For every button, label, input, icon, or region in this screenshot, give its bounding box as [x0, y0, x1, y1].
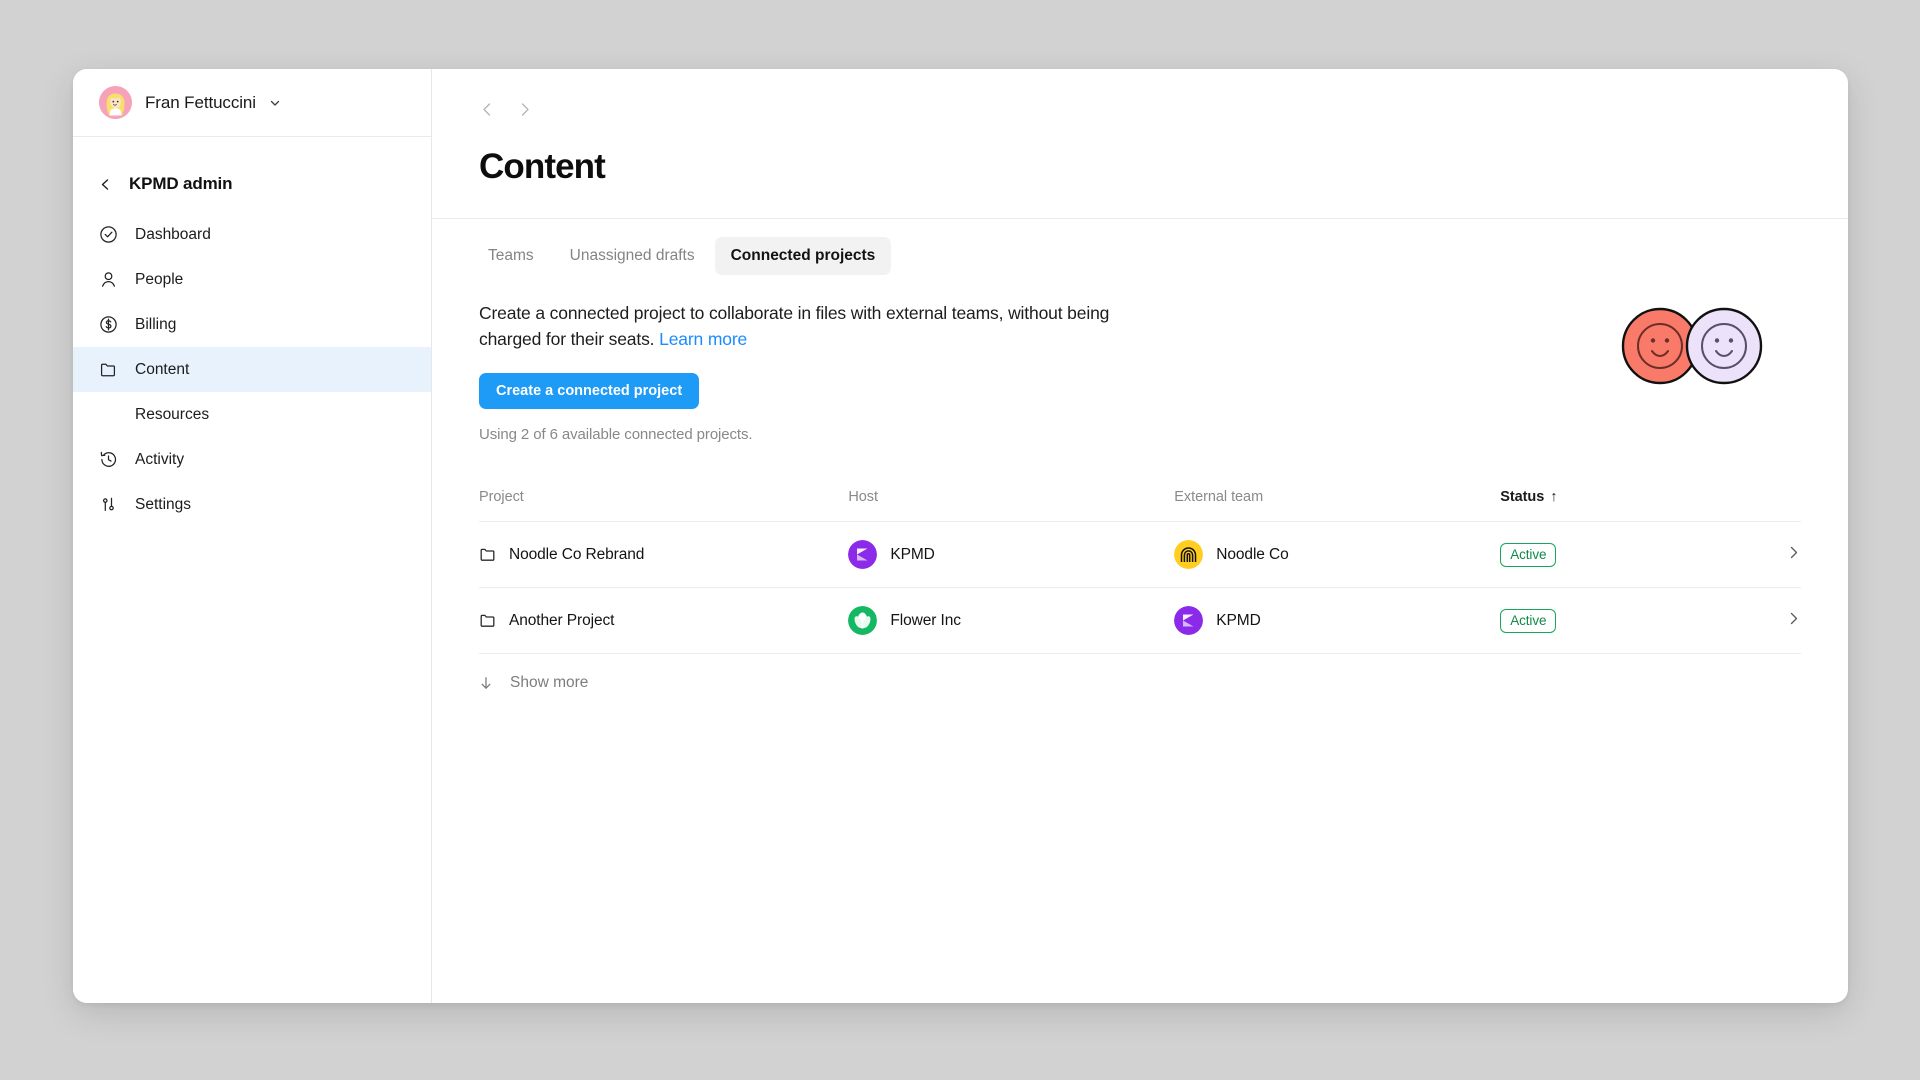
- sidebar-nav: Dashboard People Billing Content Resourc…: [73, 212, 431, 527]
- column-header-status-label: Status: [1500, 489, 1545, 506]
- sidebar-item-settings[interactable]: Settings: [73, 482, 431, 527]
- dollar-circle-icon: [99, 315, 118, 334]
- table-header: Project Host External team Status ↑: [479, 489, 1801, 523]
- nav-forward-button[interactable]: [516, 101, 533, 118]
- connected-projects-table: Project Host External team Status ↑ Nood…: [479, 489, 1801, 655]
- account-name: Fran Fettuccini: [145, 92, 256, 112]
- cell-external-team: Noodle Co: [1174, 521, 1501, 589]
- learn-more-link[interactable]: Learn more: [659, 329, 747, 349]
- chevron-down-icon[interactable]: [269, 97, 281, 109]
- sidebar-item-billing[interactable]: Billing: [73, 302, 431, 347]
- sidebar-item-label: Content: [135, 360, 190, 378]
- column-header-spacer: [1761, 489, 1801, 523]
- table-row[interactable]: Noodle Co Rebrand KPMD Noodle Co Active: [479, 521, 1801, 589]
- create-connected-project-button[interactable]: Create a connected project: [479, 373, 700, 410]
- column-header-project[interactable]: Project: [479, 489, 849, 523]
- sidebar-item-dashboard[interactable]: Dashboard: [73, 212, 431, 257]
- sidebar-item-label: Settings: [135, 495, 192, 513]
- history-nav: [479, 93, 1801, 125]
- chevron-right-icon[interactable]: [1786, 545, 1801, 560]
- tab-teams[interactable]: Teams: [472, 237, 550, 275]
- cell-project: Another Project: [479, 587, 849, 655]
- page-title: Content: [479, 147, 606, 186]
- external-team-name: KPMD: [1216, 611, 1261, 629]
- sidebar-item-content[interactable]: Content: [73, 347, 431, 392]
- cell-row-action: [1761, 521, 1801, 589]
- kpmd-logo: [848, 540, 878, 570]
- sidebar-item-activity[interactable]: Activity: [73, 437, 431, 482]
- two-smiley-faces-illustration: [1612, 307, 1772, 385]
- table-header-row: Project Host External team Status ↑: [479, 489, 1801, 523]
- sidebar: Fran Fettuccini KPMD admin Dashboard Peo…: [73, 69, 432, 1003]
- sort-ascending-icon: ↑: [1550, 489, 1558, 506]
- cell-row-action: [1761, 587, 1801, 655]
- sliders-icon: [99, 495, 118, 514]
- main-content: Content Teams Unassigned drafts Connecte…: [432, 69, 1848, 1003]
- folder-icon: [99, 360, 118, 379]
- cell-external-team: KPMD: [1174, 587, 1501, 655]
- kpmd-logo: [1174, 606, 1204, 636]
- cell-status: Active: [1500, 587, 1761, 655]
- column-header-external-team[interactable]: External team: [1174, 489, 1501, 523]
- cell-host: KPMD: [848, 521, 1175, 589]
- check-circle-icon: [99, 225, 118, 244]
- project-name: Noodle Co Rebrand: [509, 545, 645, 563]
- account-switcher[interactable]: Fran Fettuccini: [73, 69, 431, 137]
- host-name: KPMD: [890, 545, 935, 563]
- folder-icon: [480, 615, 495, 628]
- cell-status: Active: [1500, 521, 1761, 589]
- sidebar-item-resources[interactable]: Resources: [73, 392, 431, 437]
- promo-description-text: Create a connected project to collaborat…: [479, 303, 1110, 349]
- tab-connected-projects[interactable]: Connected projects: [714, 237, 892, 275]
- chevron-left-icon: [101, 178, 109, 190]
- external-team-name: Noodle Co: [1216, 545, 1289, 563]
- person-icon: [99, 270, 118, 289]
- cell-project: Noodle Co Rebrand: [479, 521, 849, 589]
- nav-back-button[interactable]: [479, 101, 496, 118]
- app-window: Fran Fettuccini KPMD admin Dashboard Peo…: [73, 69, 1848, 1003]
- arrow-down-icon: [481, 677, 491, 690]
- sidebar-item-label: Dashboard: [135, 225, 211, 243]
- sidebar-back-label: KPMD admin: [129, 174, 233, 193]
- avatar: [99, 86, 132, 119]
- table-body: Noodle Co Rebrand KPMD Noodle Co Active …: [479, 521, 1801, 655]
- project-name: Another Project: [509, 611, 615, 629]
- promo-section: Create a connected project to collaborat…: [432, 275, 1848, 443]
- promo-description: Create a connected project to collaborat…: [479, 301, 1159, 352]
- status-badge: Active: [1500, 542, 1557, 568]
- table-row[interactable]: Another Project Flower Inc KPMD Active: [479, 587, 1801, 655]
- folder-icon: [480, 549, 495, 562]
- sidebar-back-to-kpmd-admin[interactable]: KPMD admin: [73, 162, 431, 206]
- main-header: Content: [432, 69, 1848, 218]
- show-more-label: Show more: [510, 674, 589, 692]
- sidebar-item-label: Activity: [135, 450, 185, 468]
- flower-inc-logo: [848, 606, 878, 636]
- host-name: Flower Inc: [890, 611, 961, 629]
- history-icon: [99, 450, 118, 469]
- column-header-host[interactable]: Host: [848, 489, 1175, 523]
- sidebar-item-label: Resources: [135, 405, 210, 423]
- sidebar-item-label: Billing: [135, 315, 177, 333]
- connected-projects-table-section: Project Host External team Status ↑ Nood…: [432, 443, 1848, 692]
- tab-unassigned-drafts[interactable]: Unassigned drafts: [554, 237, 711, 275]
- cell-host: Flower Inc: [848, 587, 1175, 655]
- quota-status-text: Using 2 of 6 available connected project…: [479, 426, 753, 444]
- column-header-status[interactable]: Status ↑: [1500, 489, 1761, 523]
- noodle-co-logo: [1174, 540, 1204, 570]
- chevron-right-icon[interactable]: [1786, 611, 1801, 626]
- sidebar-item-label: People: [135, 270, 184, 288]
- status-badge: Active: [1500, 608, 1557, 634]
- sidebar-item-people[interactable]: People: [73, 257, 431, 302]
- tab-bar: Teams Unassigned drafts Connected projec…: [432, 219, 1848, 275]
- show-more-button[interactable]: Show more: [479, 674, 588, 692]
